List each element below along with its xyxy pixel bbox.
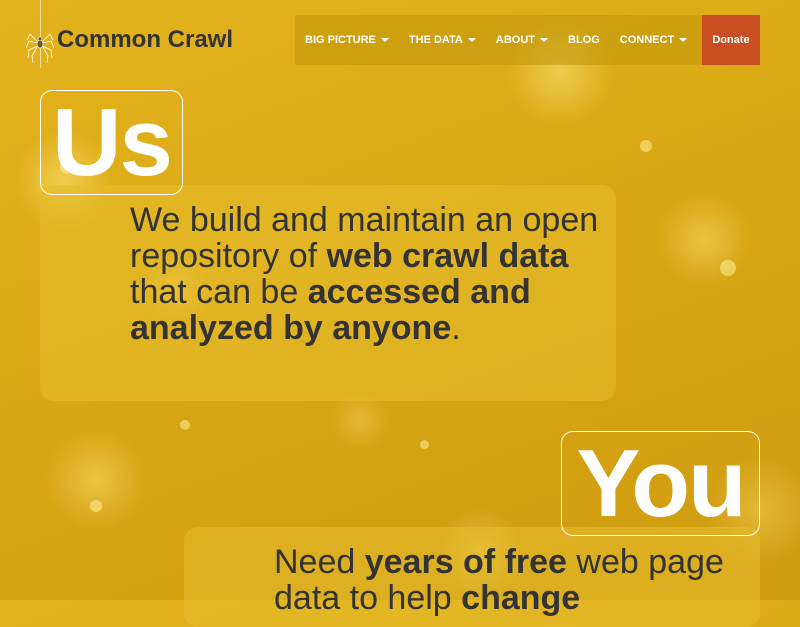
nav-the-data[interactable]: THE DATA	[399, 15, 486, 65]
us-description: We build and maintain an open repository…	[130, 202, 600, 346]
nav-big-picture[interactable]: BIG PICTURE	[295, 15, 399, 65]
you-text-bold: years of free	[364, 543, 567, 581]
caret-down-icon	[679, 38, 688, 42]
you-badge: You	[561, 430, 760, 537]
main-nav: BIG PICTURE THE DATA ABOUT BLOG CONNECT …	[295, 15, 760, 65]
background-sparkle	[180, 420, 190, 430]
spider-icon[interactable]	[26, 28, 54, 64]
us-text-part: .	[451, 309, 461, 347]
nav-label: BIG PICTURE	[305, 34, 376, 46]
us-badge: Us	[40, 89, 183, 196]
caret-down-icon	[380, 38, 389, 42]
background-sparkle	[720, 260, 736, 276]
caret-down-icon	[467, 38, 476, 42]
nav-label: CONNECT	[619, 34, 675, 46]
nav-about[interactable]: ABOUT	[486, 15, 558, 65]
us-text-part: that can be	[130, 273, 308, 311]
background-sparkle	[90, 500, 102, 512]
nav-label: ABOUT	[495, 34, 535, 46]
nav-connect[interactable]: CONNECT	[610, 15, 697, 65]
nav-blog[interactable]: BLOG	[558, 15, 610, 65]
background-sparkle	[640, 140, 652, 152]
nav-label: BLOG	[568, 34, 600, 46]
us-text-bold: web crawl data	[326, 237, 569, 275]
you-description: Need years of free web page data to help…	[274, 544, 744, 616]
donate-button[interactable]: Donate	[702, 15, 760, 65]
brand-name[interactable]: Common Crawl	[57, 26, 233, 54]
you-text-bold: change	[461, 579, 581, 617]
you-text-part: Need	[274, 543, 365, 581]
background-sparkle	[420, 440, 429, 449]
nav-label: THE DATA	[408, 34, 463, 46]
caret-down-icon	[540, 38, 548, 42]
